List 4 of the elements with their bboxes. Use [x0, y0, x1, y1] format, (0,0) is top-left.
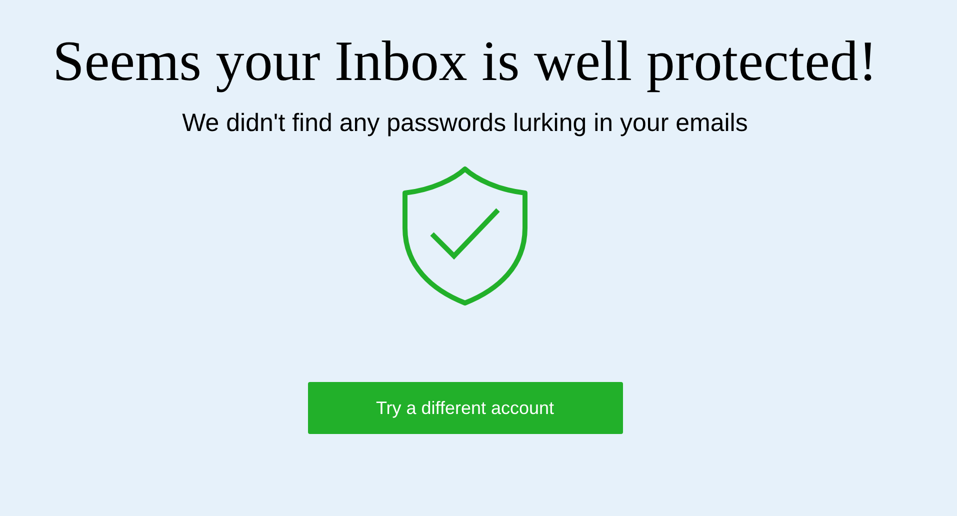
shield-check-icon	[402, 166, 528, 306]
page-heading: Seems your Inbox is well protected!	[52, 29, 878, 95]
try-different-account-button[interactable]: Try a different account	[308, 382, 622, 434]
subheading: We didn't find any passwords lurking in your emails	[182, 108, 748, 139]
